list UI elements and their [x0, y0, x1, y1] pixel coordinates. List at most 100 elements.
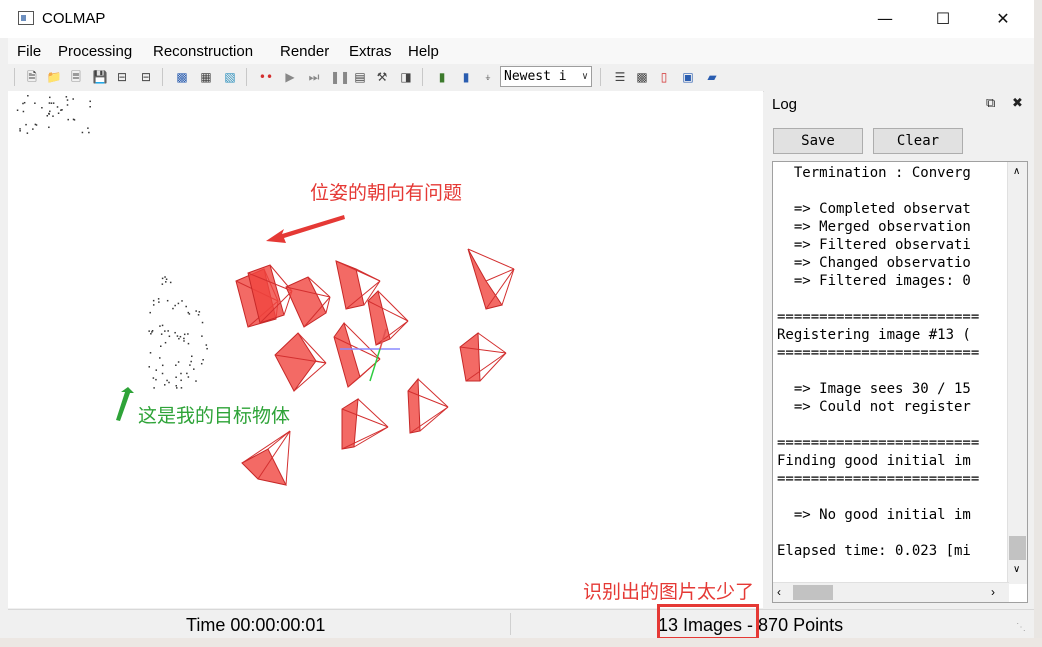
feature-extraction-icon[interactable]: ▩: [174, 69, 190, 85]
point: [19, 130, 21, 132]
save-project-icon[interactable]: 💾: [92, 69, 108, 85]
camera-frustum-base[interactable]: [241, 448, 287, 486]
camera-frustum-edge: [479, 352, 507, 382]
point: [161, 324, 164, 327]
camera-frustum-base[interactable]: [333, 321, 361, 388]
camera-frustum-base[interactable]: [335, 260, 365, 310]
pause-reconstruction-icon[interactable]: ❚❚: [330, 69, 350, 85]
camera-frustum-base[interactable]: [285, 276, 327, 328]
point: [187, 342, 190, 345]
camera-frustum-edge: [267, 430, 291, 450]
menu-extras[interactable]: Extras: [349, 43, 392, 60]
toolbar-separator: [600, 68, 601, 86]
background-edge: [0, 638, 1042, 647]
point: [174, 331, 176, 334]
model-selector[interactable]: Newest і ∨: [500, 66, 592, 87]
vertical-scrollbar[interactable]: ∧ ∨: [1007, 162, 1027, 584]
camera-frustum-base[interactable]: [407, 377, 421, 434]
dense-reconstruction-icon[interactable]: ◨: [398, 69, 414, 85]
point: [172, 307, 174, 310]
point: [197, 314, 200, 316]
point: [180, 387, 183, 389]
save-log-button[interactable]: Save: [773, 128, 863, 154]
point: [200, 362, 203, 365]
minimize-icon[interactable]: —: [855, 0, 915, 38]
camera-frustum-edge: [389, 320, 409, 340]
point: [180, 372, 182, 375]
point: [183, 337, 185, 340]
render-toggle-icon[interactable]: ▮: [458, 69, 474, 85]
import-model-icon[interactable]: ⊟: [114, 69, 130, 85]
scrollbar-thumb[interactable]: [1009, 536, 1026, 560]
export-model-icon[interactable]: ⊟: [138, 69, 154, 85]
point: [164, 276, 166, 278]
resize-grip-icon[interactable]: ⋱: [1016, 622, 1026, 633]
hscrollbar-thumb[interactable]: [793, 585, 833, 600]
point: [187, 333, 189, 335]
new-project-icon[interactable]: 🗎: [24, 69, 40, 85]
start-reconstruction-icon[interactable]: ▶: [282, 69, 298, 85]
scroll-down-icon[interactable]: ∨: [1013, 564, 1020, 575]
database-management-icon[interactable]: ▧: [222, 69, 238, 85]
point: [57, 112, 60, 114]
toolbar-separator: [162, 68, 163, 86]
point: [67, 118, 69, 121]
scroll-left-icon[interactable]: ‹: [777, 585, 781, 599]
scroll-right-icon[interactable]: ›: [991, 585, 995, 599]
edit-project-icon[interactable]: 🗏: [68, 69, 84, 85]
camera-frustum-base[interactable]: [341, 398, 359, 450]
render-options-icon[interactable]: ▮: [434, 69, 450, 85]
point: [175, 376, 177, 379]
camera-frustum-base[interactable]: [274, 332, 317, 392]
point: [49, 110, 51, 113]
point: [177, 361, 180, 363]
log-text-area[interactable]: Termination : Converg => Completed obser…: [772, 161, 1028, 603]
grab-image-icon[interactable]: ▣: [680, 69, 696, 85]
point: [41, 107, 43, 109]
grab-movie-icon[interactable]: ▰: [704, 69, 720, 85]
bundle-adjustment-icon[interactable]: ⚒: [374, 69, 390, 85]
point: [46, 115, 49, 117]
point: [65, 96, 68, 98]
camera-frustum-base[interactable]: [467, 248, 503, 310]
render-reset-icon[interactable]: ⍖: [480, 69, 496, 85]
model-viewer[interactable]: 位姿的朝向有问题 这是我的目标物体 识别出的图片太少了: [8, 91, 763, 608]
scroll-up-icon[interactable]: ∧: [1013, 166, 1020, 177]
feature-matching-icon[interactable]: ▦: [198, 69, 214, 85]
menu-help[interactable]: Help: [408, 43, 439, 60]
menu-reconstruction[interactable]: Reconstruction: [153, 43, 253, 60]
menu-render[interactable]: Render: [280, 43, 329, 60]
menu-processing[interactable]: Processing: [58, 43, 132, 60]
show-log-icon[interactable]: ▯: [656, 69, 672, 85]
clear-log-button[interactable]: Clear: [873, 128, 963, 154]
reset-reconstruction-icon[interactable]: ▤: [352, 69, 368, 85]
step-reconstruction-icon[interactable]: ⏭: [306, 69, 322, 85]
point: [149, 311, 151, 314]
horizontal-scrollbar[interactable]: ‹ ›: [773, 582, 1009, 602]
undock-icon[interactable]: ⧉: [986, 96, 995, 111]
point: [168, 381, 170, 384]
point: [151, 331, 153, 333]
point: [195, 380, 197, 382]
point: [198, 311, 201, 313]
match-matrix-icon[interactable]: ▩: [634, 69, 650, 85]
reconstruction-stats-icon[interactable]: ☰: [612, 69, 628, 85]
point: [50, 102, 53, 104]
menu-file[interactable]: File: [17, 43, 41, 60]
point: [22, 102, 24, 105]
close-icon[interactable]: ✕: [973, 0, 1033, 38]
automatic-reconstruction-icon[interactable]: ••: [258, 69, 274, 85]
point: [52, 115, 54, 117]
point: [190, 360, 192, 363]
close-log-icon[interactable]: ✖: [1012, 96, 1023, 111]
maximize-icon[interactable]: ☐: [913, 0, 973, 38]
point: [180, 379, 182, 382]
point: [176, 387, 178, 389]
point: [189, 364, 191, 366]
point: [195, 310, 197, 312]
green-arrow-icon: [116, 387, 134, 421]
point: [161, 283, 164, 285]
chevron-down-icon: ∨: [581, 71, 588, 82]
status-time: Time 00:00:00:01: [186, 615, 326, 635]
open-project-icon[interactable]: 📁: [46, 69, 62, 85]
